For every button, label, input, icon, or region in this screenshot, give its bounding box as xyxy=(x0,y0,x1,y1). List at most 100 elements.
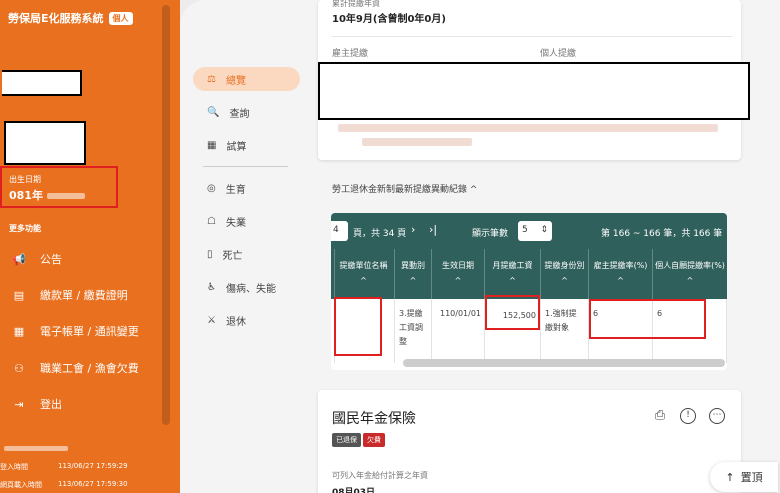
unit-highlight xyxy=(334,297,382,356)
col-employer-rate[interactable]: 雇主提繳率(%) ^ xyxy=(588,249,652,299)
col-monthly-wage[interactable]: 月提繳工資 ^ xyxy=(484,249,540,299)
app-title: 勞保局E化服務系統 xyxy=(8,12,104,25)
unemployment-icon: ☖ xyxy=(207,215,216,227)
ebill-icon: ▦ xyxy=(13,324,25,338)
redacted-name xyxy=(2,70,82,96)
table-horizontal-scrollbar[interactable] xyxy=(403,359,725,367)
sort-icon: ^ xyxy=(561,276,568,285)
rate-highlight xyxy=(589,299,706,339)
sort-icon: ^ xyxy=(409,276,417,285)
per-page-label: 顯示筆數 xyxy=(472,229,509,239)
subnav-item-birth[interactable]: ◎ 生育 xyxy=(193,176,300,200)
subnav-item-injury[interactable]: ♿ 傷病、失能 xyxy=(193,275,300,299)
info-icon[interactable]: ! xyxy=(680,408,696,424)
calculator-icon: ▦ xyxy=(207,139,217,151)
col-identity[interactable]: 提繳身份別 ^ xyxy=(540,249,588,299)
col-change-type[interactable]: 異動別 ^ xyxy=(394,249,431,299)
last-page-icon[interactable]: ›| xyxy=(429,223,437,236)
logout-icon: ⇥ xyxy=(14,397,24,411)
subnav-item-calculate[interactable]: ▦ 試算 xyxy=(193,133,300,157)
blurred-text xyxy=(338,124,718,132)
subnav-item-search[interactable]: 🔍 查詢 xyxy=(193,100,300,124)
more-icon[interactable]: ⋯ xyxy=(709,408,725,424)
blurred-info xyxy=(4,446,68,451)
sort-icon: ^ xyxy=(360,276,367,285)
sidebar-item-ebill[interactable]: ▦ 電子帳單 / 通訊變更 xyxy=(12,323,139,339)
sidebar-item-union[interactable]: ⚇ 職業工會 / 漁會欠費 xyxy=(12,360,139,376)
back-to-top-label: 置頂 xyxy=(740,471,763,484)
subnav-item-label: 總覽 xyxy=(225,75,246,87)
page-load-time-value: 113/06/27 17:59:30 xyxy=(58,480,128,488)
column-header-label: 個人自願提繳率(%) xyxy=(655,261,725,270)
subnav-item-overview[interactable]: ⚖ 總覽 xyxy=(193,67,300,91)
union-icon: ⚇ xyxy=(14,361,24,375)
retire-icon: ⚔ xyxy=(207,314,216,326)
back-to-top-button[interactable]: ↑ 置頂 xyxy=(710,462,778,492)
sort-icon: ^ xyxy=(509,276,516,285)
chevron-up-icon[interactable]: ^ xyxy=(470,185,478,195)
cell-effective-date: 110/01/01 xyxy=(431,299,484,363)
arrow-up-icon: ↑ xyxy=(725,470,735,484)
records-section-title: 勞工退休金新制最新提繳異動紀錄 ^ xyxy=(332,182,477,195)
pension-sub-label: 可列入年金給付計算之年資 xyxy=(332,471,428,480)
subnav-divider xyxy=(203,166,288,167)
table-header: 提繳單位名稱 ^ 異動別 ^ 生效日期 ^ 月提繳工資 ^ 提繳身份別 ^ 雇主提繳率(%… xyxy=(331,249,727,299)
records-title-text: 勞工退休金新制最新提繳異動紀錄 xyxy=(332,185,468,195)
subnav-item-retire[interactable]: ⚔ 退休 xyxy=(193,308,300,332)
column-header-label: 異動別 xyxy=(401,261,425,270)
record-range-text: 第 166 ~ 166 筆，共 166 筆 xyxy=(601,229,723,239)
cell-change-type: 3.提繳工資調整 xyxy=(394,299,431,363)
sidebar-item-logout[interactable]: ⇥ 登出 xyxy=(12,396,62,412)
national-pension-card: 國民年金保險 已退保 欠費 ⎙ ! ⋯ 可列入年金給付計算之年資 08月03日 xyxy=(318,390,741,493)
overview-icon: ⚖ xyxy=(207,73,216,85)
subnav-item-death[interactable]: ▯ 死亡 xyxy=(193,242,300,266)
app-brand[interactable]: 勞保局E化服務系統 個人 xyxy=(8,10,133,26)
sidebar-scrollbar[interactable] xyxy=(162,5,170,425)
column-header-label: 月提繳工資 xyxy=(492,261,533,270)
redacted-id xyxy=(4,121,86,165)
sidebar-item-label: 登出 xyxy=(40,398,62,411)
login-time-label: 登入時間 xyxy=(0,463,28,471)
status-badge: 已退保 xyxy=(332,433,361,447)
subnav-item-label: 退休 xyxy=(225,316,246,328)
page-load-time-row: 網頁載入時間 113/06/27 17:59:30 xyxy=(0,480,128,490)
column-header-label: 提繳單位名稱 xyxy=(339,261,388,270)
more-functions-title: 更多功能 xyxy=(9,224,41,233)
search-icon: 🔍 xyxy=(207,106,220,118)
injury-icon: ♿ xyxy=(207,281,216,293)
birth-icon: ◎ xyxy=(207,182,216,194)
period-label: 累計提繳年資 xyxy=(332,0,380,8)
printer-icon[interactable]: ⎙ xyxy=(652,408,668,424)
death-icon: ▯ xyxy=(207,248,213,260)
column-header-label: 生效日期 xyxy=(442,261,474,270)
national-pension-title: 國民年金保險 xyxy=(332,411,416,427)
cell-identity: 1.強制提繳對象 xyxy=(540,299,588,363)
subnav-item-label: 失業 xyxy=(225,217,246,229)
login-time-value: 113/06/27 17:59:29 xyxy=(58,462,128,470)
subnav-item-unemployment[interactable]: ☖ 失業 xyxy=(193,209,300,233)
sidebar-item-bill[interactable]: ▤ 繳款單 / 繳費證明 xyxy=(12,287,128,303)
col-effective-date[interactable]: 生效日期 ^ xyxy=(431,249,484,299)
table-pager: 4 頁，共 34 頁 › ›| 顯示筆數 5 ⇕ 第 166 ~ 166 筆，共… xyxy=(331,213,727,249)
sidebar-item-label: 公告 xyxy=(40,253,62,266)
col-personal-rate[interactable]: 個人自願提繳率(%) ^ xyxy=(652,249,727,299)
page-total-text: 頁，共 34 頁 xyxy=(353,229,407,239)
next-page-icon[interactable]: › xyxy=(411,223,415,236)
subnav-item-label: 生育 xyxy=(225,184,246,196)
pension-summary-card: 累計提繳年資 10年9月(含曾制0年0月) 雇主提繳 個人提繳 xyxy=(318,0,750,160)
column-header-label: 提繳身份別 xyxy=(544,261,585,270)
sidebar-item-announcement[interactable]: 📢 公告 xyxy=(12,251,62,267)
subnav-item-label: 查詢 xyxy=(229,108,250,120)
page-load-time-label: 網頁載入時間 xyxy=(0,481,42,489)
subnav-item-label: 試算 xyxy=(226,141,247,153)
sort-icon: ^ xyxy=(617,276,624,285)
per-page-select[interactable]: 5 ⇕ xyxy=(518,221,552,241)
blurred-text xyxy=(362,138,472,146)
page-number-input[interactable]: 4 xyxy=(331,221,348,241)
megaphone-icon: 📢 xyxy=(12,252,26,266)
sort-icon: ^ xyxy=(686,276,694,285)
col-unit-name[interactable]: 提繳單位名稱 ^ xyxy=(334,249,392,299)
sidebar-item-label: 電子帳單 / 通訊變更 xyxy=(40,325,139,338)
sidebar: 勞保局E化服務系統 個人 出生日期 081年 更多功能 📢 公告 ▤ 繳款單 /… xyxy=(0,0,180,493)
wage-highlight xyxy=(485,295,540,330)
